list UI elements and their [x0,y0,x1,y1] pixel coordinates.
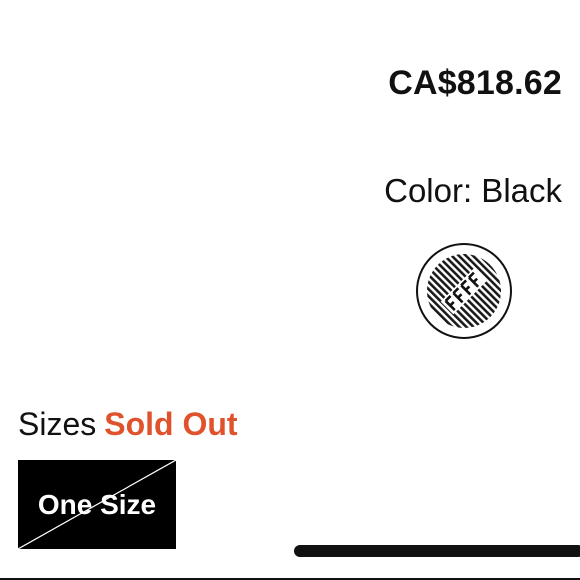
ff-monogram-swatch-icon [427,254,501,328]
sizes-heading: Sizes Sold Out [18,406,238,443]
horizontal-scrollbar[interactable] [294,545,580,557]
color-swatch-black[interactable] [416,243,512,339]
sold-out-badge: Sold Out [104,406,238,442]
unavailable-strike-icon [18,460,176,549]
color-label: Color: Black [384,172,562,209]
product-price: CA$818.62 [388,64,562,102]
size-option-one-size[interactable]: One Size [18,460,176,549]
sizes-label: Sizes [18,406,97,442]
